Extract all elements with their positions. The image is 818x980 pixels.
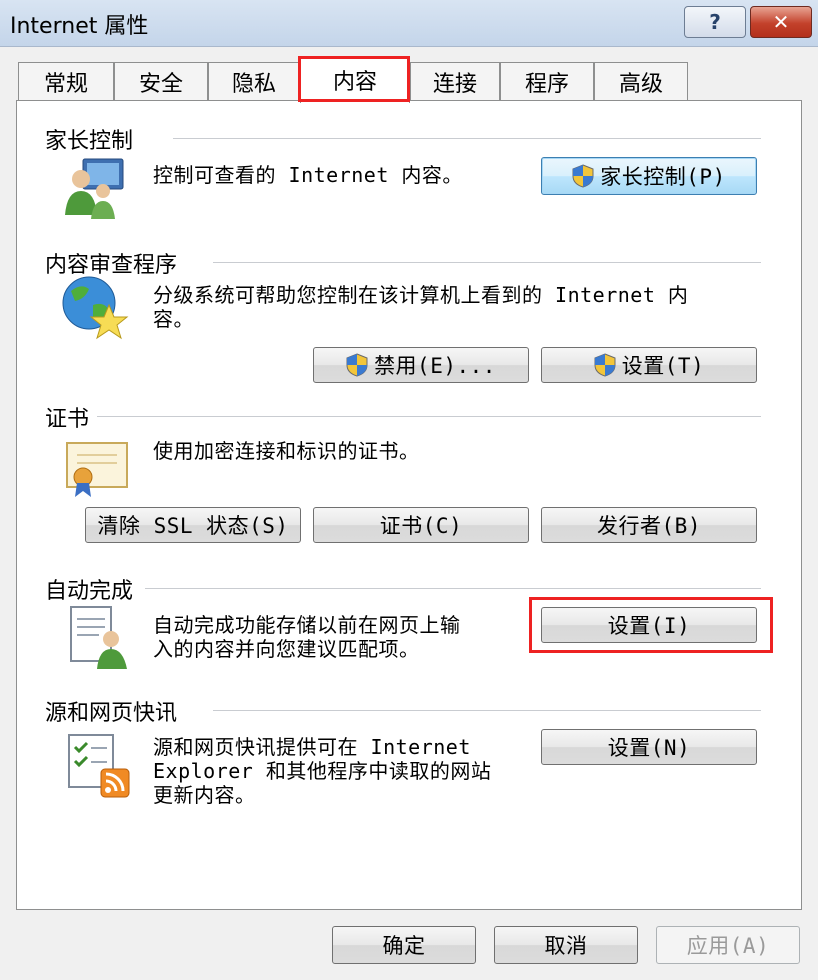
feeds-description-line2: Explorer 和其他程序中读取的网站	[153, 759, 492, 783]
divider	[145, 588, 761, 589]
parental-controls-icon	[65, 158, 124, 219]
uac-shield-icon	[594, 353, 616, 377]
apply-button[interactable]: 应用(A)	[656, 926, 800, 964]
autocomplete-icon	[70, 606, 127, 669]
certificates-button[interactable]: 证书(C)	[313, 507, 529, 543]
divider	[97, 416, 761, 417]
window-title: Internet 属性	[10, 14, 149, 39]
tab-label: 高级	[618, 72, 663, 97]
divider	[173, 138, 761, 139]
certificates-description: 使用加密连接和标识的证书。	[153, 439, 420, 463]
advisor-description-line1: 分级系统可帮助您控制在该计算机上看到的 Internet 内	[153, 283, 689, 307]
publishers-button-label: 发行者(B)	[597, 514, 701, 538]
cancel-button[interactable]: 取消	[494, 926, 638, 964]
content-panel: 家长控制 控制可查看的 Internet 内容。 家长控制(P) 内容审查程序 …	[16, 100, 802, 910]
advisor-disable-button-label: 禁用(E)...	[374, 354, 496, 378]
tab-connections[interactable]: 连接	[410, 62, 500, 101]
certificate-icon	[66, 442, 128, 497]
publishers-button[interactable]: 发行者(B)	[541, 507, 757, 543]
close-icon: ✕	[772, 10, 790, 34]
uac-shield-icon	[572, 164, 594, 188]
apply-button-label: 应用(A)	[686, 934, 770, 958]
autocomplete-highlight-box	[529, 597, 773, 653]
advisor-description-line2: 容。	[153, 307, 194, 331]
advisor-settings-button[interactable]: 设置(T)	[541, 347, 757, 383]
feeds-description-line1: 源和网页快讯提供可在 Internet	[153, 735, 471, 759]
group-title-certificates: 证书	[45, 407, 90, 432]
help-button[interactable]: ?	[684, 6, 746, 38]
advisor-disable-button[interactable]: 禁用(E)...	[313, 347, 529, 383]
feeds-icon	[68, 734, 130, 798]
tab-advanced[interactable]: 高级	[594, 62, 688, 101]
parental-controls-button-label: 家长控制(P)	[600, 165, 726, 189]
tab-privacy[interactable]: 隐私	[208, 62, 300, 101]
tab-programs[interactable]: 程序	[500, 62, 594, 101]
globe-star-icon	[62, 276, 129, 340]
tab-label: 安全	[138, 72, 183, 97]
tab-security[interactable]: 安全	[114, 62, 208, 101]
group-title-parental: 家长控制	[45, 129, 134, 154]
tab-label: 常规	[43, 72, 88, 97]
advisor-settings-button-label: 设置(T)	[621, 354, 705, 378]
autocomplete-description-line1: 自动完成功能存储以前在网页上输	[153, 613, 461, 637]
title-bar: Internet 属性 ? ✕	[0, 0, 818, 47]
feeds-description-line3: 更新内容。	[153, 783, 256, 807]
uac-shield-icon	[346, 353, 368, 377]
certificates-button-label: 证书(C)	[379, 514, 463, 538]
cancel-button-label: 取消	[544, 934, 588, 958]
divider	[213, 710, 761, 711]
ok-button[interactable]: 确定	[332, 926, 476, 964]
feeds-settings-button[interactable]: 设置(N)	[541, 729, 757, 765]
autocomplete-description-line2: 入的内容并向您建议匹配项。	[153, 637, 420, 661]
clear-ssl-state-button-label: 清除 SSL 状态(S)	[97, 514, 289, 538]
close-button[interactable]: ✕	[750, 6, 812, 38]
ok-button-label: 确定	[382, 934, 426, 958]
tab-label: 连接	[432, 72, 477, 97]
tab-highlight-box	[298, 56, 410, 102]
tab-label: 隐私	[231, 72, 276, 97]
feeds-settings-button-label: 设置(N)	[607, 736, 691, 760]
clear-ssl-state-button[interactable]: 清除 SSL 状态(S)	[85, 507, 301, 543]
group-title-feeds: 源和网页快讯	[45, 701, 178, 726]
tab-label: 程序	[524, 72, 569, 97]
parental-description: 控制可查看的 Internet 内容。	[153, 163, 463, 187]
tab-general[interactable]: 常规	[18, 62, 114, 101]
help-icon: ?	[709, 10, 721, 34]
group-title-autocomplete: 自动完成	[45, 579, 134, 604]
parental-controls-button[interactable]: 家长控制(P)	[541, 157, 757, 195]
divider	[213, 262, 761, 263]
